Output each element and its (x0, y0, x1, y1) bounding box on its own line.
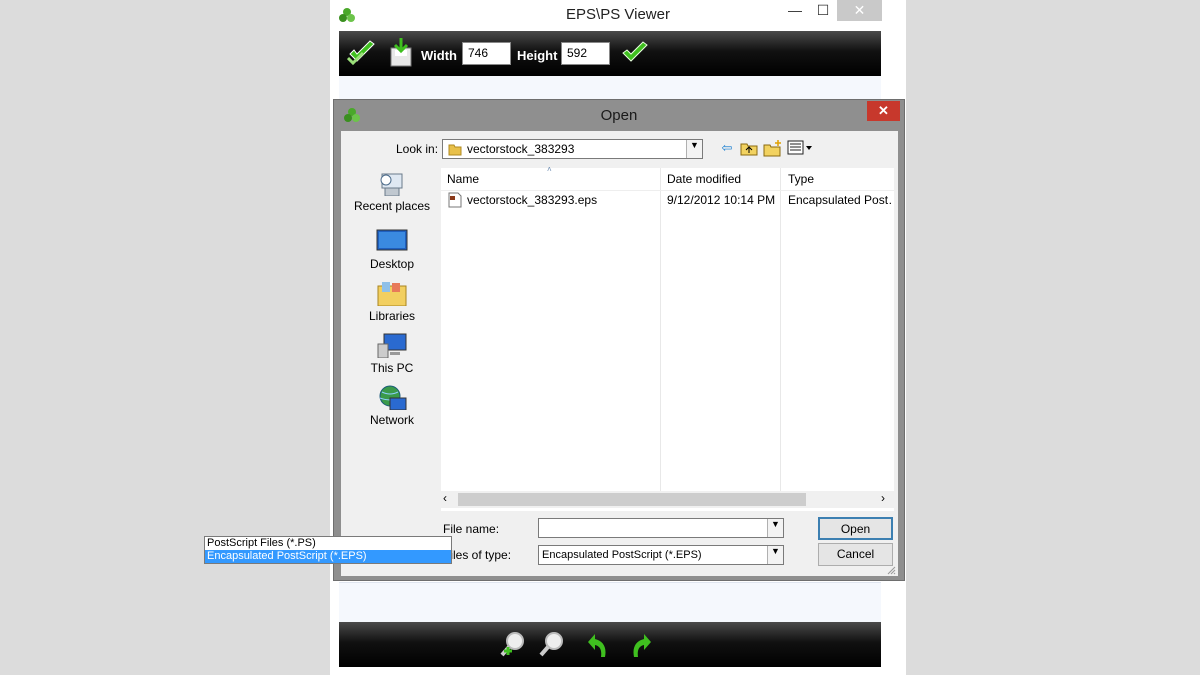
column-divider (780, 168, 781, 491)
place-this-pc[interactable]: This PC (349, 332, 435, 375)
column-header-type[interactable]: Type (788, 168, 894, 190)
width-label: Width (421, 48, 457, 63)
app-bottom-toolbar (339, 622, 881, 667)
column-header-date[interactable]: Date modified (667, 168, 780, 190)
place-label-desktop: Desktop (349, 257, 435, 271)
column-header-name[interactable]: Name (447, 168, 662, 190)
this-pc-icon (376, 332, 408, 358)
scroll-left-icon[interactable]: ‹ (443, 491, 447, 505)
file-name-input[interactable]: ▼ (538, 518, 784, 538)
network-icon (376, 384, 408, 410)
column-divider (660, 168, 661, 491)
table-row[interactable]: vectorstock_383293.eps (447, 190, 657, 210)
minimize-button[interactable]: — (781, 0, 809, 21)
file-date-cell: 9/12/2012 10:14 PM (667, 190, 777, 210)
up-folder-icon[interactable] (740, 140, 758, 156)
sort-ascending-icon: ˄ (547, 165, 552, 174)
horizontal-scrollbar[interactable]: ‹ › (441, 491, 894, 508)
scroll-right-icon[interactable]: › (881, 491, 885, 505)
places-bar: Recent places Desktop Libraries (349, 170, 435, 460)
type-option-ps[interactable]: PostScript Files (*.PS) (205, 537, 451, 550)
file-list: Name ˄ Date modified Type vectorstock_38… (441, 168, 894, 511)
file-name-dropdown-arrow[interactable]: ▼ (767, 519, 783, 537)
rotate-right-icon[interactable] (628, 631, 652, 659)
zoom-out-icon[interactable] (539, 631, 567, 659)
file-type-cell: Encapsulated Post… (788, 190, 893, 210)
file-name-label: File name: (443, 522, 499, 536)
place-recent-places[interactable]: Recent places (349, 170, 435, 213)
dialog-title-bar: Open ✕ (334, 100, 904, 130)
open-dialog: Open ✕ Look in: vectorstock_383293 ▼ ⇦ (333, 99, 905, 581)
look-in-label: Look in: (396, 142, 438, 156)
files-of-type-combo[interactable]: Encapsulated PostScript (*.EPS) ▼ (538, 545, 784, 565)
app-title-bar: EPS\PS Viewer — ☐ ✕ (330, 0, 906, 31)
height-label: Height (517, 48, 557, 63)
type-option-eps[interactable]: Encapsulated PostScript (*.EPS) (205, 550, 451, 563)
zoom-in-icon[interactable] (500, 631, 528, 659)
new-folder-icon[interactable] (763, 139, 783, 157)
app-viewer-area-bottom (339, 582, 881, 623)
look-in-value: vectorstock_383293 (467, 142, 574, 156)
place-desktop[interactable]: Desktop (349, 228, 435, 271)
maximize-button[interactable]: ☐ (809, 0, 837, 21)
app-close-button[interactable]: ✕ (837, 0, 882, 21)
eps-file-icon (447, 192, 463, 208)
open-button[interactable]: Open (818, 517, 893, 540)
place-label-network: Network (349, 413, 435, 427)
place-libraries[interactable]: Libraries (349, 280, 435, 323)
recent-places-icon (376, 170, 408, 196)
place-label-libraries: Libraries (349, 309, 435, 323)
app-viewer-area-top (339, 76, 881, 101)
dialog-body: Look in: vectorstock_383293 ▼ ⇦ (341, 131, 898, 576)
files-of-type-dropdown-list: PostScript Files (*.PS) Encapsulated Pos… (204, 536, 452, 564)
column-name-label: Name (447, 172, 479, 186)
look-in-dropdown-arrow[interactable]: ▼ (686, 140, 702, 158)
back-icon[interactable]: ⇦ (718, 140, 736, 156)
libraries-icon (376, 280, 408, 306)
file-name-cell: vectorstock_383293.eps (467, 190, 597, 210)
view-menu-icon[interactable] (787, 140, 815, 156)
place-network[interactable]: Network (349, 384, 435, 427)
cancel-button[interactable]: Cancel (818, 543, 893, 566)
rotate-left-icon[interactable] (587, 631, 611, 659)
width-input[interactable]: 746 (462, 42, 511, 65)
confirm-check-icon[interactable] (621, 41, 649, 65)
desktop-icon (376, 228, 408, 254)
height-input[interactable]: 592 (561, 42, 610, 65)
place-label-this-pc: This PC (349, 361, 435, 375)
files-of-type-dropdown-arrow[interactable]: ▼ (767, 546, 783, 564)
dialog-close-button[interactable]: ✕ (867, 101, 900, 121)
dialog-title: Open (334, 107, 904, 124)
column-date-label: Date modified (667, 172, 741, 186)
folder-icon (448, 142, 462, 156)
files-of-type-label: Files of type: (443, 548, 511, 562)
resize-grip-icon[interactable] (886, 565, 896, 575)
save-download-icon[interactable] (389, 38, 413, 68)
files-of-type-value: Encapsulated PostScript (*.EPS) (542, 549, 702, 561)
app-toolbar: Width 746 Height 592 (339, 31, 881, 76)
column-type-label: Type (788, 172, 814, 186)
apply-all-check-icon[interactable] (347, 39, 377, 67)
look-in-combo[interactable]: vectorstock_383293 ▼ (442, 139, 703, 159)
scrollbar-thumb[interactable] (458, 493, 806, 506)
place-label-recent: Recent places (349, 199, 435, 213)
